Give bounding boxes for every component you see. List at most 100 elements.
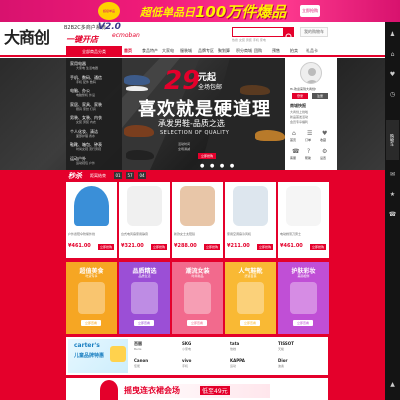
site-logo[interactable]: 大商创 [4, 24, 50, 48]
back-to-top-icon[interactable]: ▲ [388, 380, 397, 389]
product-image [286, 186, 321, 226]
heart-icon[interactable]: ♥ [388, 70, 397, 79]
nav-item-4[interactable]: 品牌专区 [198, 48, 214, 54]
nav-item-7[interactable]: 团购 [254, 48, 262, 54]
product-image [74, 186, 109, 226]
category-card-sub: 美丽相伴 [297, 274, 310, 278]
order-icon[interactable]: ☰ [307, 130, 312, 137]
product-image [180, 186, 215, 226]
logo-slogan: 一键开店 [66, 35, 98, 44]
product-desc: 新款女士太阳镜 [174, 232, 196, 236]
nav-item-10[interactable]: 礼品卡 [306, 48, 318, 54]
promo-buy-button[interactable]: 立即抢购 [300, 5, 320, 17]
search-input[interactable] [232, 27, 284, 37]
category-menu-sub[interactable]: 大家电 生活电器 [76, 66, 98, 70]
category-card-button[interactable]: 立即查看 [240, 320, 260, 326]
user-panel-link[interactable]: 收藏 [320, 138, 326, 142]
brand-logo[interactable]: KAPPA [230, 358, 245, 363]
model-image [100, 380, 118, 400]
flash-sale-title: 秒杀 [68, 172, 82, 180]
nav-item-8[interactable]: 预售 [272, 48, 280, 54]
product-buy-button[interactable]: 立即抢购 [98, 244, 114, 250]
register-button[interactable]: 注册 [312, 93, 328, 99]
coupon-icon[interactable]: ✉ [388, 170, 397, 179]
category-card-image [78, 282, 105, 314]
brand-logo[interactable]: SKG [182, 341, 191, 346]
brand-label: 小家电 [182, 347, 192, 351]
header-cart-button[interactable]: 我的购物车 [300, 27, 328, 37]
login-button[interactable]: 登录 [292, 93, 308, 99]
nav-item-3[interactable]: 服装城 [180, 48, 192, 54]
product-price: ¥461.00 [280, 243, 303, 249]
home-icon[interactable]: ⌂ [292, 130, 296, 137]
shoe-image-tan [255, 130, 285, 141]
user-panel-link[interactable]: 订单 [305, 138, 311, 142]
nav-item-6[interactable]: 积分商城 [236, 48, 252, 54]
user-icon[interactable]: ♟ [388, 30, 397, 39]
sidebar-cart-button[interactable]: 购物车 [386, 120, 399, 160]
category-menu-sub[interactable]: 面部护理 香水 [76, 134, 95, 138]
brand-logo[interactable]: vivo [182, 358, 191, 363]
product-price: ¥211.00 [227, 243, 250, 249]
brand-logo[interactable]: Canon [134, 358, 148, 363]
hero-subtitle: 承发男鞋-品质之选 [158, 119, 225, 128]
user-panel-link[interactable]: 帮助 [305, 156, 311, 160]
brand-label: 迪奥 [278, 364, 285, 368]
hot-search-words[interactable]: 热搜 女装 男装 手机 家电 [232, 38, 266, 42]
service-icon[interactable]: ☎ [292, 148, 299, 155]
nav-item-5[interactable]: 聚划算 [218, 48, 230, 54]
category-menu-sub[interactable]: 女装 男装 内衣 [76, 120, 96, 124]
home-icon[interactable]: ⌂ [388, 50, 397, 59]
category-menu-sub[interactable]: 厨具 家纺 灯具 [76, 107, 96, 111]
hero-buy-button[interactable]: 立即抢购 [198, 153, 216, 159]
star-icon[interactable]: ★ [388, 190, 397, 199]
all-categories-button[interactable]: 全部商品分类 [66, 46, 122, 57]
search-icon [285, 33, 293, 41]
user-panel-link[interactable]: 首页 [290, 138, 296, 142]
product-desc: 台式电风扇家用静音 [121, 232, 149, 236]
nav-item-1[interactable]: 食品特产 [142, 48, 158, 54]
product-buy-button[interactable]: 立即抢购 [151, 244, 167, 250]
nav-item-9[interactable]: 拍卖 [290, 48, 298, 54]
nav-item-0[interactable]: 首页 [124, 48, 132, 54]
settings-icon[interactable]: ⚙ [322, 148, 327, 155]
product-buy-button[interactable]: 立即抢购 [204, 244, 220, 250]
brand-label: 天梭 [278, 347, 285, 351]
category-menu-sub[interactable]: 电脑整机 外设 [76, 93, 95, 97]
user-greeting: Hi,欢迎来到大商创! [290, 87, 317, 91]
heart-icon[interactable]: ♥ [322, 130, 327, 137]
category-menu-sub[interactable]: 运动鞋包 户外 [76, 161, 95, 165]
brand-label: 他她 [230, 347, 237, 351]
brand-logo[interactable]: tata [230, 341, 239, 346]
news-item[interactable]: 大商创上线啦 [290, 110, 308, 114]
category-menu-sub[interactable]: 时尚女鞋 流行男鞋 [76, 147, 101, 151]
promo-pre-text: 超低单品日 [140, 6, 195, 19]
user-panel-link[interactable]: 设置 [320, 156, 326, 160]
category-card-button[interactable]: 立即查看 [134, 320, 154, 326]
news-item[interactable]: 新品首发活动 [290, 115, 308, 119]
avatar[interactable] [300, 62, 322, 84]
news-item[interactable]: 会员专享福利 [290, 120, 308, 124]
nav-item-2[interactable]: 大家电 [162, 48, 174, 54]
category-card-button[interactable]: 立即查看 [187, 320, 207, 326]
chat-icon[interactable]: ☎ [388, 210, 397, 219]
brand-logo[interactable]: Dior [278, 358, 287, 363]
category-card-image [237, 282, 264, 314]
product-image [233, 186, 268, 226]
category-menu-sub[interactable]: 手机 配件 数码 [76, 80, 96, 84]
hero-english: SELECTION OF QUALITY [160, 130, 230, 136]
search-button[interactable] [284, 27, 294, 41]
brand-logo[interactable]: TISSOT [278, 341, 294, 346]
carousel-dots[interactable]: ● ● ● ● [200, 163, 236, 169]
product-buy-button[interactable]: 立即抢购 [257, 244, 273, 250]
product-desc: 电动剃须刀男士 [280, 232, 302, 236]
news-title: 商城快报 [290, 103, 306, 108]
product-buy-button[interactable]: 立即抢购 [310, 244, 326, 250]
category-card-button[interactable]: 立即查看 [81, 320, 101, 326]
product-desc: 户外遮阳伞防紫外线 [68, 232, 96, 236]
category-card-button[interactable]: 立即查看 [293, 320, 313, 326]
history-icon[interactable]: ◷ [388, 90, 397, 99]
category-card-image [131, 282, 158, 314]
help-icon[interactable]: ? [307, 148, 310, 155]
user-panel-link[interactable]: 客服 [290, 156, 296, 160]
